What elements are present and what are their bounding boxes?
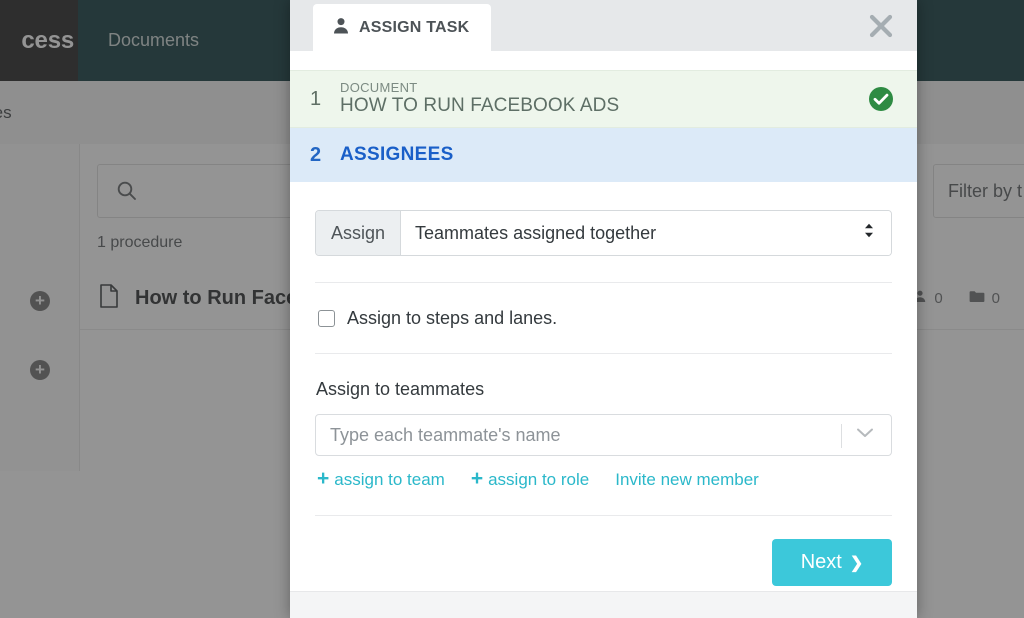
plus-icon: + xyxy=(317,467,330,490)
close-icon[interactable] xyxy=(861,6,901,46)
modal-header: ASSIGN TASK xyxy=(290,0,917,51)
assign-to-team-link[interactable]: + assign to team xyxy=(317,467,445,490)
select-arrows-icon xyxy=(863,221,875,246)
assign-links-row: + assign to team + assign to role Invite… xyxy=(317,467,892,490)
next-button-label: Next xyxy=(800,551,842,573)
assign-teammates-label: Assign to teammates xyxy=(316,379,485,399)
step-texts: DOCUMENT HOW TO RUN FACEBOOK ADS xyxy=(340,80,619,118)
step-title: ASSIGNEES xyxy=(340,144,454,165)
teammates-input[interactable]: Type each teammate's name xyxy=(315,414,892,456)
assign-steps-lanes-row[interactable]: Assign to steps and lanes. xyxy=(315,283,892,353)
assign-mode-row: Assign Teammates assigned together xyxy=(315,210,892,256)
assign-steps-lanes-label: Assign to steps and lanes. xyxy=(347,308,558,328)
assign-mode-select[interactable]: Teammates assigned together xyxy=(401,211,891,255)
modal-body: Assign Teammates assigned together Assig… xyxy=(290,182,917,591)
step-document[interactable]: 1 DOCUMENT HOW TO RUN FACEBOOK ADS xyxy=(290,70,917,128)
assign-mode-value: Teammates assigned together xyxy=(415,222,657,243)
input-divider xyxy=(841,424,842,448)
assign-task-modal: ASSIGN TASK 1 DOCUMENT HOW TO RUN FACEBO… xyxy=(290,0,917,618)
step-number: 2 xyxy=(310,143,322,166)
chevron-down-icon[interactable] xyxy=(855,426,875,444)
assign-steps-lanes-checkbox[interactable] xyxy=(318,310,335,327)
tab-assign-task[interactable]: ASSIGN TASK xyxy=(313,4,492,51)
next-button[interactable]: Next ❯ xyxy=(772,539,892,586)
step-kicker: DOCUMENT xyxy=(340,80,418,96)
modal-footer xyxy=(290,591,917,618)
chevron-right-icon: ❯ xyxy=(849,554,864,572)
step-assignees[interactable]: 2 ASSIGNEES xyxy=(290,128,917,182)
step-number: 1 xyxy=(310,87,322,110)
tab-label: ASSIGN TASK xyxy=(359,18,470,36)
check-circle-icon xyxy=(868,86,894,112)
step-title: HOW TO RUN FACEBOOK ADS xyxy=(340,95,620,117)
plus-icon: + xyxy=(470,467,484,490)
modal-actions: Next ❯ xyxy=(315,516,892,586)
assign-to-role-label: assign to role xyxy=(488,469,590,489)
modal-header-gap xyxy=(290,51,917,70)
invite-new-member-label: Invite new member xyxy=(615,469,759,489)
invite-new-member-link[interactable]: Invite new member xyxy=(615,470,759,490)
assign-label: Assign xyxy=(316,211,402,255)
assign-to-role-link[interactable]: + assign to role xyxy=(470,467,590,490)
divider xyxy=(315,353,892,354)
person-icon xyxy=(333,17,349,39)
assign-to-team-label: assign to team xyxy=(334,469,445,489)
teammates-placeholder: Type each teammate's name xyxy=(330,424,561,445)
